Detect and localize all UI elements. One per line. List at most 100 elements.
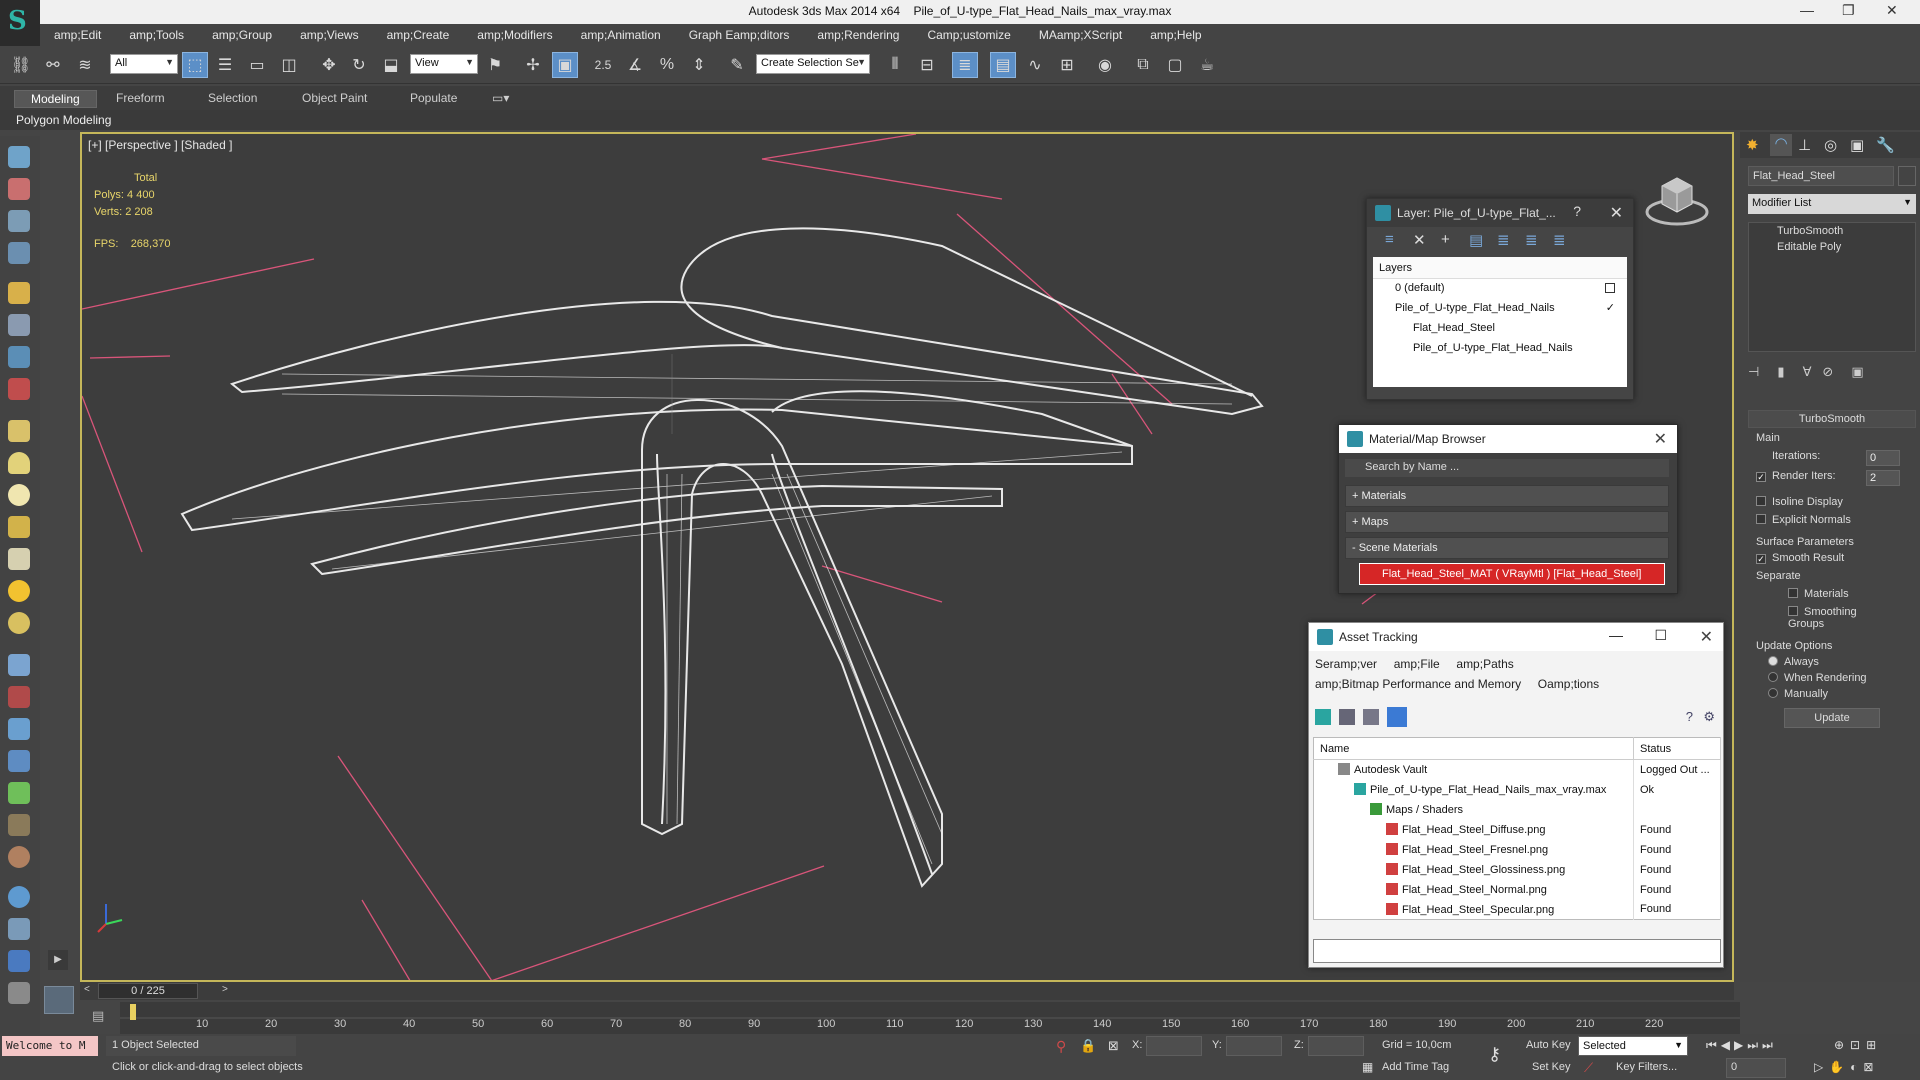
align-icon[interactable]: ⊟ [914,52,940,78]
gear-icon[interactable] [8,750,30,772]
select-manipulate-icon[interactable]: ✢ [520,52,546,78]
menu-tools[interactable]: amp;Tools [115,28,198,42]
list-icon[interactable] [8,210,30,232]
layer-add-icon[interactable]: ≡ [1385,231,1394,248]
configure-sets-icon[interactable]: ▣ [1851,364,1863,379]
render-setup-icon[interactable]: ⧉ [1130,52,1156,78]
asset-close-button[interactable]: ✕ [1700,627,1713,647]
table-row[interactable]: Flat_Head_Steel_Diffuse.png Found [1313,819,1721,840]
document-icon[interactable] [8,982,30,1004]
close-button[interactable]: ✕ [1886,2,1898,19]
asset-tracking-titlebar[interactable]: Asset Tracking — ☐ ✕ [1309,623,1723,651]
isoline-checkbox[interactable] [1756,496,1766,506]
maps-group[interactable]: + Maps [1345,511,1669,533]
table-view-icon[interactable] [1387,707,1407,727]
next-frame-arrow[interactable]: > [222,984,228,995]
layer-row[interactable]: Pile_of_U-type_Flat_Head_Nails ✓ [1373,299,1627,319]
particle-icon[interactable] [8,378,30,400]
tab-object-paint[interactable]: Object Paint [286,90,383,106]
teapot-icon[interactable] [8,146,30,168]
materials-checkbox[interactable] [1788,588,1798,598]
menu-edit[interactable]: amp;Edit [40,28,115,42]
mirror-icon[interactable]: ⫴ [882,52,908,78]
sun-icon[interactable] [8,580,30,602]
camera-icon[interactable] [8,314,30,336]
rotate-icon[interactable]: ↻ [346,52,372,78]
material-search-input[interactable]: Search by Name ... [1345,459,1669,477]
menu-create[interactable]: amp;Create [373,28,464,42]
menu-views[interactable]: amp;Views [286,28,372,42]
table-row[interactable]: Pile_of_U-type_Flat_Head_Nails_max_vray.… [1313,779,1721,800]
snap-toggle-icon[interactable]: 2.5 [590,52,616,78]
viewcube-icon[interactable] [1642,164,1712,234]
viewport-pan-icons[interactable]: ▷✋◐⊠ [1814,1060,1879,1074]
maxscript-listener[interactable]: Welcome to M [2,1036,98,1056]
explicit-normals-checkbox[interactable] [1756,514,1766,524]
spinner-snap-icon[interactable]: ⇕ [686,52,712,78]
mini-curve-editor-icon[interactable] [44,986,74,1014]
keyboard-shortcut-override-icon[interactable]: ▣ [552,52,578,78]
menu-animation[interactable]: amp;Animation [567,28,675,42]
y-coordinate-field[interactable] [1226,1036,1282,1056]
manually-radio[interactable] [1768,688,1778,698]
material-browser-close-button[interactable]: ✕ [1654,429,1667,449]
bone-icon[interactable] [8,686,30,708]
material-sphere-icon[interactable] [8,846,30,868]
table-row[interactable]: Flat_Head_Steel_Specular.png Found [1313,899,1721,920]
make-unique-icon[interactable]: ∀ [1803,364,1812,379]
layer-help-button[interactable]: ? [1573,203,1581,219]
table-row[interactable]: Flat_Head_Steel_Fresnel.png Found [1313,839,1721,860]
delete-layer-icon[interactable]: ✕ [1413,231,1426,249]
modifier-list-dropdown[interactable]: Modifier List ▼ [1748,194,1916,214]
ribbon-options-icon[interactable]: ▭▾ [476,90,525,106]
scene-materials-group[interactable]: - Scene Materials [1345,537,1669,559]
render-iters-spinner[interactable]: 2 [1866,470,1900,486]
asset-menu-file[interactable]: amp;File [1394,657,1440,671]
details-view-icon[interactable] [1363,709,1379,725]
angle-snap-icon[interactable]: ∡ [622,52,648,78]
set-key-button[interactable]: Set Key [1526,1058,1577,1078]
layer-manager-icon[interactable]: ≣ [952,52,978,78]
table-row[interactable]: Maps / Shaders [1313,799,1721,820]
key-icon[interactable]: ⚷ [1488,1044,1501,1065]
menu-group[interactable]: amp;Group [198,28,286,42]
curve-editor-icon[interactable]: ∿ [1022,52,1048,78]
viewport-label[interactable]: [+] [Perspective ] [Shaded ] [88,138,232,152]
highlight-layer-icon[interactable]: ≣ [1497,231,1510,249]
pin-stack-icon[interactable]: ⊣ [1748,364,1759,379]
object-name-field[interactable]: Flat_Head_Steel [1748,166,1894,186]
menu-modifiers[interactable]: amp;Modifiers [463,28,566,42]
stack-item-editable-poly[interactable]: Editable Poly [1749,239,1915,255]
asset-path-field[interactable] [1313,939,1721,963]
grid-icon[interactable] [8,242,30,264]
menu-help[interactable]: amp;Help [1136,28,1215,42]
layer-current-checkbox[interactable] [1605,283,1615,293]
menu-rendering[interactable]: amp;Rendering [803,28,913,42]
object-color-swatch[interactable] [1898,166,1916,186]
update-button[interactable]: Update [1784,708,1880,728]
lock-selection-icon[interactable]: 🔒 [1080,1038,1096,1054]
layer-panel-titlebar[interactable]: Layer: Pile_of_U-type_Flat_... ? ✕ [1367,199,1633,227]
freeze-all-icon[interactable]: ≣ [1553,231,1566,249]
utilities-tab-icon[interactable]: 🔧 [1876,136,1895,154]
layer-row[interactable]: Pile_of_U-type_Flat_Head_Nails [1373,339,1627,359]
iterations-spinner[interactable]: 0 [1866,450,1900,466]
sphere-icon[interactable] [8,484,30,506]
percent-snap-icon[interactable]: % [654,52,680,78]
hierarchy-tab-icon[interactable]: ⊥ [1798,136,1811,154]
table-row[interactable]: Autodesk Vault Logged Out ... [1313,759,1721,780]
rendered-frame-window-icon[interactable]: ▢ [1162,52,1188,78]
tab-modeling[interactable]: Modeling [14,90,97,108]
tab-populate[interactable]: Populate [394,90,473,106]
schematic-view-icon[interactable]: ⊞ [1054,52,1080,78]
turbosmooth-rollout-header[interactable]: TurboSmooth [1748,410,1916,428]
render-teapot-icon[interactable]: ☕ [1194,52,1220,78]
create-tab-icon[interactable]: ✸ [1746,136,1759,154]
biped-icon[interactable] [8,718,30,740]
lamp-icon[interactable] [8,612,30,634]
move-icon[interactable]: ✥ [316,52,342,78]
polygon-modeling-label[interactable]: Polygon Modeling [16,113,111,127]
select-by-name-icon[interactable]: ☰ [212,52,238,78]
bind-space-warp-icon[interactable]: ≋ [72,52,98,78]
vray-icon[interactable] [8,950,30,972]
